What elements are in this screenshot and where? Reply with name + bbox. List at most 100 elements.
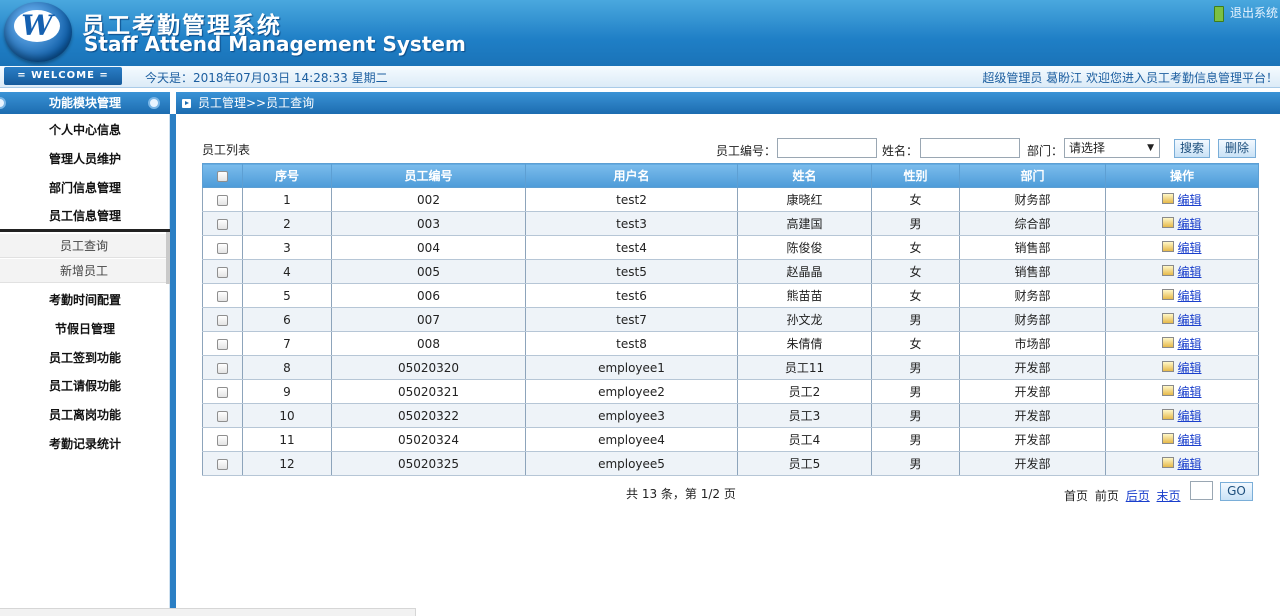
dept-select[interactable]: 请选择 ▼ — [1064, 138, 1160, 158]
table-cell: 9 — [242, 379, 332, 404]
sidebar-header: 功能模块管理 — [0, 92, 170, 114]
edit-link[interactable]: 编辑 — [1177, 337, 1201, 351]
row-checkbox[interactable] — [217, 386, 228, 398]
action-cell: 编辑 — [1105, 379, 1259, 404]
edit-link[interactable]: 编辑 — [1177, 433, 1201, 447]
sidebar-item-holiday[interactable]: 节假日管理 — [0, 320, 170, 337]
pager-last-link[interactable]: 末页 — [1157, 489, 1181, 503]
edit-link[interactable]: 编辑 — [1177, 217, 1201, 231]
row-select-cell[interactable] — [202, 259, 243, 284]
row-checkbox[interactable] — [217, 218, 228, 230]
edit-icon — [1162, 217, 1175, 228]
table-header-row: 序号 员工编号 用户名 姓名 性别 部门 操作 — [202, 163, 1259, 188]
table-cell: 男 — [871, 451, 960, 476]
row-select-cell[interactable] — [202, 355, 243, 380]
sidebar-item-admin[interactable]: 管理人员维护 — [0, 150, 170, 167]
row-select-cell[interactable] — [202, 211, 243, 236]
sidebar-item-leave[interactable]: 员工请假功能 — [0, 377, 170, 394]
table-cell: test8 — [525, 331, 738, 356]
select-all-header[interactable] — [202, 163, 243, 188]
edit-link[interactable]: 编辑 — [1177, 193, 1201, 207]
table-cell: 康晓红 — [737, 187, 872, 212]
table-cell: 朱倩倩 — [737, 331, 872, 356]
logout-link[interactable]: 退出系统 — [1214, 4, 1278, 22]
row-select-cell[interactable] — [202, 451, 243, 476]
row-select-cell[interactable] — [202, 283, 243, 308]
search-button[interactable]: 搜索 — [1174, 139, 1210, 158]
welcome-badge: = WELCOME = — [4, 67, 122, 85]
logo: W — [4, 2, 72, 62]
pager: 首页 前页 后页 末页 — [1064, 487, 1184, 504]
table-cell: 006 — [331, 283, 526, 308]
row-checkbox[interactable] — [217, 410, 228, 422]
chevron-down-icon: ▼ — [1147, 143, 1154, 153]
row-checkbox[interactable] — [217, 290, 228, 302]
table-cell: 熊苗苗 — [737, 283, 872, 308]
edit-icon — [1162, 241, 1175, 252]
row-select-cell[interactable] — [202, 379, 243, 404]
sidebar-item-department[interactable]: 部门信息管理 — [0, 179, 170, 196]
edit-link[interactable]: 编辑 — [1177, 385, 1201, 399]
edit-link[interactable]: 编辑 — [1177, 457, 1201, 471]
exit-icon — [1214, 5, 1224, 22]
table-cell: 3 — [242, 235, 332, 260]
table-cell: 销售部 — [959, 235, 1106, 260]
table-row: 3 004 test4 陈俊俊女销售部 编辑 — [202, 235, 1259, 260]
go-button[interactable]: GO — [1220, 482, 1253, 501]
edit-link[interactable]: 编辑 — [1177, 241, 1201, 255]
page-number-input[interactable] — [1190, 481, 1213, 500]
sidebar-item-attendance-time[interactable]: 考勤时间配置 — [0, 291, 170, 308]
table-cell: 05020321 — [331, 379, 526, 404]
row-select-cell[interactable] — [202, 403, 243, 428]
edit-link[interactable]: 编辑 — [1177, 313, 1201, 327]
emp-no-input[interactable] — [777, 138, 877, 158]
row-select-cell[interactable] — [202, 235, 243, 260]
column-header: 序号 — [242, 163, 332, 188]
row-checkbox[interactable] — [217, 194, 228, 206]
row-checkbox[interactable] — [217, 362, 228, 374]
logo-letter: W — [14, 10, 60, 42]
row-checkbox[interactable] — [217, 266, 228, 278]
table-cell: 12 — [242, 451, 332, 476]
edit-icon — [1162, 361, 1175, 372]
app-header: W 员工考勤管理系统 Staff Attend Management Syste… — [0, 0, 1280, 66]
table-cell: 003 — [331, 211, 526, 236]
table-row: 10 05020322 employee3 员工3 男开发部 编辑 — [202, 403, 1259, 428]
table-row: 8 05020320 employee1 员工11 男开发部 编辑 — [202, 355, 1259, 380]
row-checkbox[interactable] — [217, 242, 228, 254]
row-checkbox[interactable] — [217, 338, 228, 350]
action-cell: 编辑 — [1105, 451, 1259, 476]
pager-next-link[interactable]: 后页 — [1126, 489, 1150, 503]
table-cell: 员工5 — [737, 451, 872, 476]
sidebar-item-employee[interactable]: 员工信息管理 — [0, 207, 170, 224]
edit-link[interactable]: 编辑 — [1177, 289, 1201, 303]
column-header: 用户名 — [525, 163, 738, 188]
sidebar-item-statistics[interactable]: 考勤记录统计 — [0, 435, 170, 452]
row-checkbox[interactable] — [217, 314, 228, 326]
edit-link[interactable]: 编辑 — [1177, 409, 1201, 423]
edit-link[interactable]: 编辑 — [1177, 361, 1201, 375]
sidebar-subitem-add-employee[interactable]: 新增员工 — [0, 259, 168, 283]
sidebar-item-profile[interactable]: 个人中心信息 — [0, 121, 170, 138]
row-select-cell[interactable] — [202, 427, 243, 452]
row-checkbox[interactable] — [217, 434, 228, 446]
column-header: 部门 — [959, 163, 1106, 188]
table-cell: 1 — [242, 187, 332, 212]
table-cell: 男 — [871, 307, 960, 332]
sidebar-subitem-employee-query[interactable]: 员工查询 — [0, 234, 168, 258]
row-checkbox[interactable] — [217, 458, 228, 470]
sidebar-item-checkin[interactable]: 员工签到功能 — [0, 349, 170, 366]
action-cell: 编辑 — [1105, 403, 1259, 428]
edit-icon — [1162, 409, 1175, 420]
row-select-cell[interactable] — [202, 307, 243, 332]
edit-link[interactable]: 编辑 — [1177, 265, 1201, 279]
row-select-cell[interactable] — [202, 331, 243, 356]
table-cell: 赵晶晶 — [737, 259, 872, 284]
select-all-checkbox[interactable] — [217, 170, 228, 182]
sidebar-item-departure[interactable]: 员工离岗功能 — [0, 406, 170, 423]
name-input[interactable] — [920, 138, 1020, 158]
delete-button[interactable]: 删除 — [1218, 139, 1256, 158]
action-cell: 编辑 — [1105, 283, 1259, 308]
row-select-cell[interactable] — [202, 187, 243, 212]
action-cell: 编辑 — [1105, 331, 1259, 356]
